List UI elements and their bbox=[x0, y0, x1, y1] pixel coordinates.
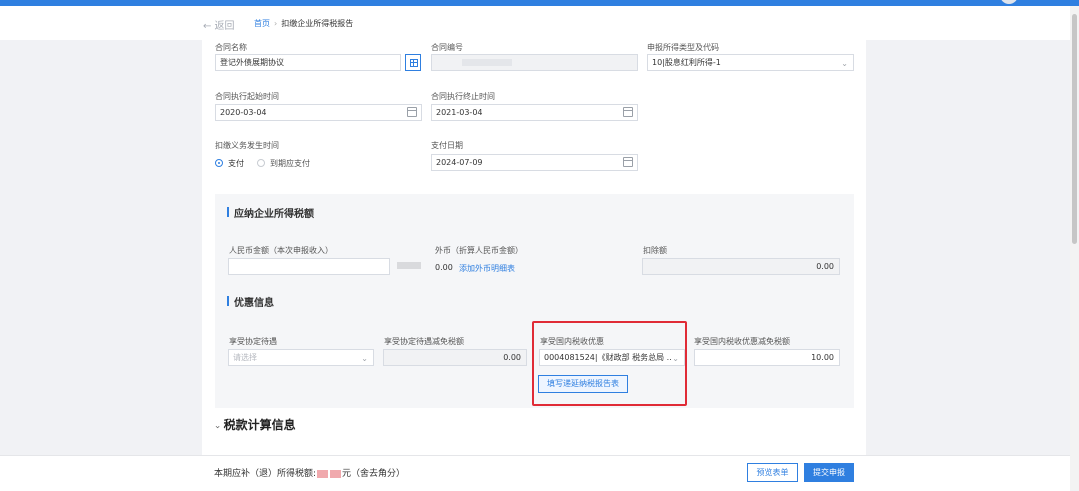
treaty-placeholder: 请选择 bbox=[233, 353, 257, 362]
chevron-down-icon: ⌄ bbox=[361, 354, 368, 363]
radio-due[interactable] bbox=[257, 159, 265, 167]
contract-no-input bbox=[431, 54, 638, 71]
pay-date-input[interactable]: 2024-07-09 bbox=[431, 154, 638, 171]
radio-pay[interactable] bbox=[215, 159, 223, 167]
payable-tax-unit: 元（舍去角分） bbox=[342, 469, 406, 479]
back-link[interactable]: ← 返回 bbox=[203, 17, 235, 32]
breadcrumb-current: 扣缴企业所得税报告 bbox=[281, 19, 354, 28]
contract-picker-button[interactable] bbox=[405, 54, 421, 71]
income-type-select[interactable]: 10|股息红利所得-1 ⌄ bbox=[647, 54, 854, 71]
end-date-label: 合同执行终止时间 bbox=[431, 92, 495, 101]
payable-tax-label: 本期应补（退）所得税额: bbox=[214, 469, 317, 479]
breadcrumb: 首页 › 扣缴企业所得税报告 bbox=[254, 18, 353, 29]
foreign-amount-value: 0.00 bbox=[435, 263, 453, 272]
deduction-input: 0.00 bbox=[642, 258, 840, 275]
breadcrumb-home[interactable]: 首页 bbox=[254, 19, 270, 28]
grid-icon bbox=[410, 59, 418, 67]
rmb-amount-input[interactable] bbox=[228, 258, 390, 275]
preview-form-button[interactable]: 预览表单 bbox=[747, 463, 798, 482]
contract-no-label: 合同编号 bbox=[431, 43, 463, 52]
income-type-label: 申报所得类型及代码 bbox=[647, 43, 719, 52]
income-type-value: 10|股息红利所得-1 bbox=[652, 58, 721, 67]
calendar-icon bbox=[623, 107, 633, 117]
foreign-amount-label: 外币（折算人民币金额） bbox=[435, 246, 523, 255]
chevron-down-icon: ⌄ bbox=[841, 59, 848, 68]
treaty-select[interactable]: 请选择 ⌄ bbox=[228, 349, 374, 366]
discount-section-title: 优惠信息 bbox=[227, 294, 274, 309]
start-date-input[interactable]: 2020-03-04 bbox=[215, 104, 422, 121]
redacted-value bbox=[330, 469, 342, 478]
domestic-reduce-input[interactable]: 10.00 bbox=[694, 349, 840, 366]
contract-name-label: 合同名称 bbox=[215, 43, 247, 52]
tax-calc-section-header[interactable]: › 税款计算信息 bbox=[211, 416, 296, 433]
scrollbar-thumb[interactable] bbox=[1072, 14, 1077, 244]
radio-due-label[interactable]: 到期应支付 bbox=[270, 158, 310, 169]
redacted-value bbox=[317, 469, 329, 478]
pay-date-value: 2024-07-09 bbox=[436, 158, 483, 167]
redacted-value bbox=[462, 59, 512, 66]
payable-tax-summary: 本期应补（退）所得税额: 元（舍去角分） bbox=[214, 466, 405, 479]
contract-name-input[interactable]: 登记外债展期协议 bbox=[215, 54, 401, 71]
submit-declaration-button[interactable]: 提交申报 bbox=[804, 463, 854, 482]
taxable-section-title: 应纳企业所得税额 bbox=[227, 205, 314, 220]
calendar-icon bbox=[623, 157, 633, 167]
treaty-reduce-input: 0.00 bbox=[383, 349, 527, 366]
footer-bar bbox=[0, 455, 1070, 491]
end-date-value: 2021-03-04 bbox=[436, 108, 483, 117]
treaty-reduce-label: 享受协定待遇减免税额 bbox=[384, 337, 464, 346]
calendar-icon bbox=[407, 107, 417, 117]
tax-calc-section-title: 税款计算信息 bbox=[223, 418, 296, 432]
start-date-value: 2020-03-04 bbox=[220, 108, 267, 117]
radio-pay-label[interactable]: 支付 bbox=[228, 158, 244, 169]
domestic-reduce-label: 享受国内税收优惠减免税额 bbox=[694, 337, 790, 346]
obligation-time-label: 扣缴义务发生时间 bbox=[215, 141, 279, 150]
rmb-amount-label: 人民币金额（本次申报收入） bbox=[229, 246, 333, 255]
chevron-down-icon: › bbox=[211, 425, 222, 429]
end-date-input[interactable]: 2021-03-04 bbox=[431, 104, 638, 121]
breadcrumb-separator: › bbox=[274, 19, 278, 28]
breadcrumb-bar bbox=[0, 6, 1070, 40]
pay-date-label: 支付日期 bbox=[431, 141, 463, 150]
start-date-label: 合同执行起始时间 bbox=[215, 92, 279, 101]
redacted-value bbox=[397, 262, 421, 269]
highlight-box bbox=[532, 321, 687, 406]
deduction-label: 扣除额 bbox=[643, 246, 667, 255]
treaty-label: 享受协定待遇 bbox=[229, 337, 277, 346]
add-foreign-detail-link[interactable]: 添加外币明细表 bbox=[459, 263, 515, 274]
